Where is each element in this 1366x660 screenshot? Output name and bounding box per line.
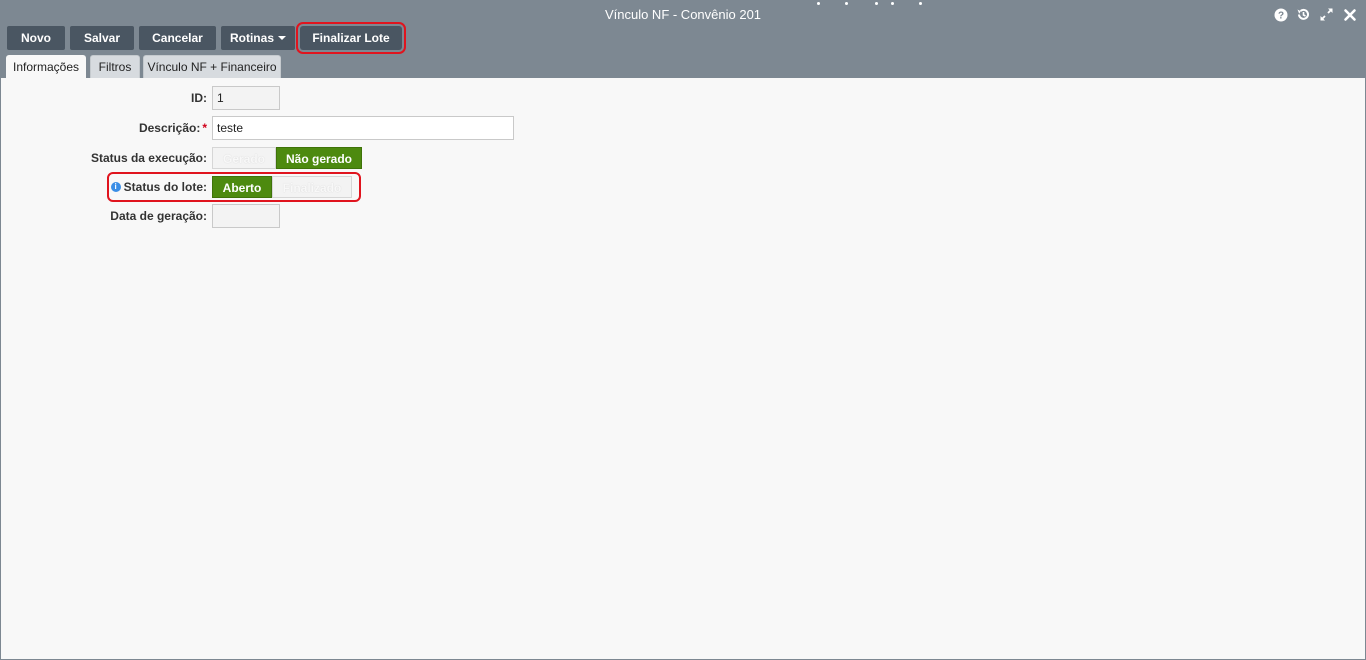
data-geracao-label: Data de geração: bbox=[110, 209, 207, 223]
caret-down-icon bbox=[278, 35, 286, 40]
status-lote-label: i Status do lote: bbox=[7, 175, 207, 199]
help-icon[interactable]: ? bbox=[1273, 7, 1288, 22]
maximize-icon[interactable] bbox=[1319, 7, 1334, 22]
salvar-button[interactable]: Salvar bbox=[70, 26, 134, 50]
data-geracao-field[interactable] bbox=[212, 204, 280, 228]
status-gerado-option[interactable]: Gerado bbox=[212, 147, 276, 169]
status-execucao-row: Status da execução: bbox=[1, 146, 207, 170]
status-lote-toggle: Aberto Finalizado bbox=[212, 176, 352, 198]
id-field[interactable] bbox=[212, 86, 280, 110]
close-icon[interactable] bbox=[1342, 7, 1357, 22]
tab-informacoes[interactable]: Informações bbox=[6, 55, 86, 78]
tab-vinculo-nf-financeiro[interactable]: Vínculo NF + Financeiro bbox=[143, 55, 281, 78]
descricao-field[interactable] bbox=[212, 116, 514, 140]
status-aberto-option[interactable]: Aberto bbox=[212, 176, 272, 198]
descricao-row: Descrição: * bbox=[1, 116, 207, 140]
status-lote-label-text: Status do lote: bbox=[123, 180, 207, 194]
data-geracao-row: Data de geração: bbox=[1, 204, 207, 228]
status-finalizado-option[interactable]: Finalizado bbox=[272, 176, 352, 198]
required-mark: * bbox=[202, 121, 207, 135]
status-execucao-toggle: Gerado Não gerado bbox=[212, 147, 362, 169]
rotinas-dropdown-button[interactable]: Rotinas bbox=[221, 26, 295, 50]
tab-filtros[interactable]: Filtros bbox=[90, 55, 140, 78]
descricao-label: Descrição: * bbox=[7, 116, 207, 140]
titlebar: Vínculo NF - Convênio 201 ? Novo Salvar … bbox=[1, 1, 1365, 78]
svg-text:?: ? bbox=[1277, 10, 1283, 21]
rotinas-label: Rotinas bbox=[229, 31, 274, 45]
window-controls: ? bbox=[1273, 7, 1357, 22]
window-title: Vínculo NF - Convênio 201 bbox=[604, 7, 762, 22]
info-icon[interactable]: i bbox=[110, 181, 121, 192]
history-icon[interactable] bbox=[1296, 7, 1311, 22]
window: Vínculo NF - Convênio 201 ? Novo Salvar … bbox=[0, 0, 1366, 660]
status-lote-row: i Status do lote: bbox=[1, 175, 207, 199]
descricao-label-text: Descrição: bbox=[138, 121, 201, 135]
cancelar-button[interactable]: Cancelar bbox=[139, 26, 216, 50]
finalizar-lote-button[interactable]: Finalizar Lote bbox=[296, 22, 406, 54]
novo-button[interactable]: Novo bbox=[7, 26, 65, 50]
status-nao-gerado-option[interactable]: Não gerado bbox=[276, 147, 362, 169]
status-execucao-label: Status da execução: bbox=[90, 151, 207, 165]
id-label: ID: bbox=[191, 91, 207, 105]
id-row: ID: bbox=[1, 86, 207, 110]
